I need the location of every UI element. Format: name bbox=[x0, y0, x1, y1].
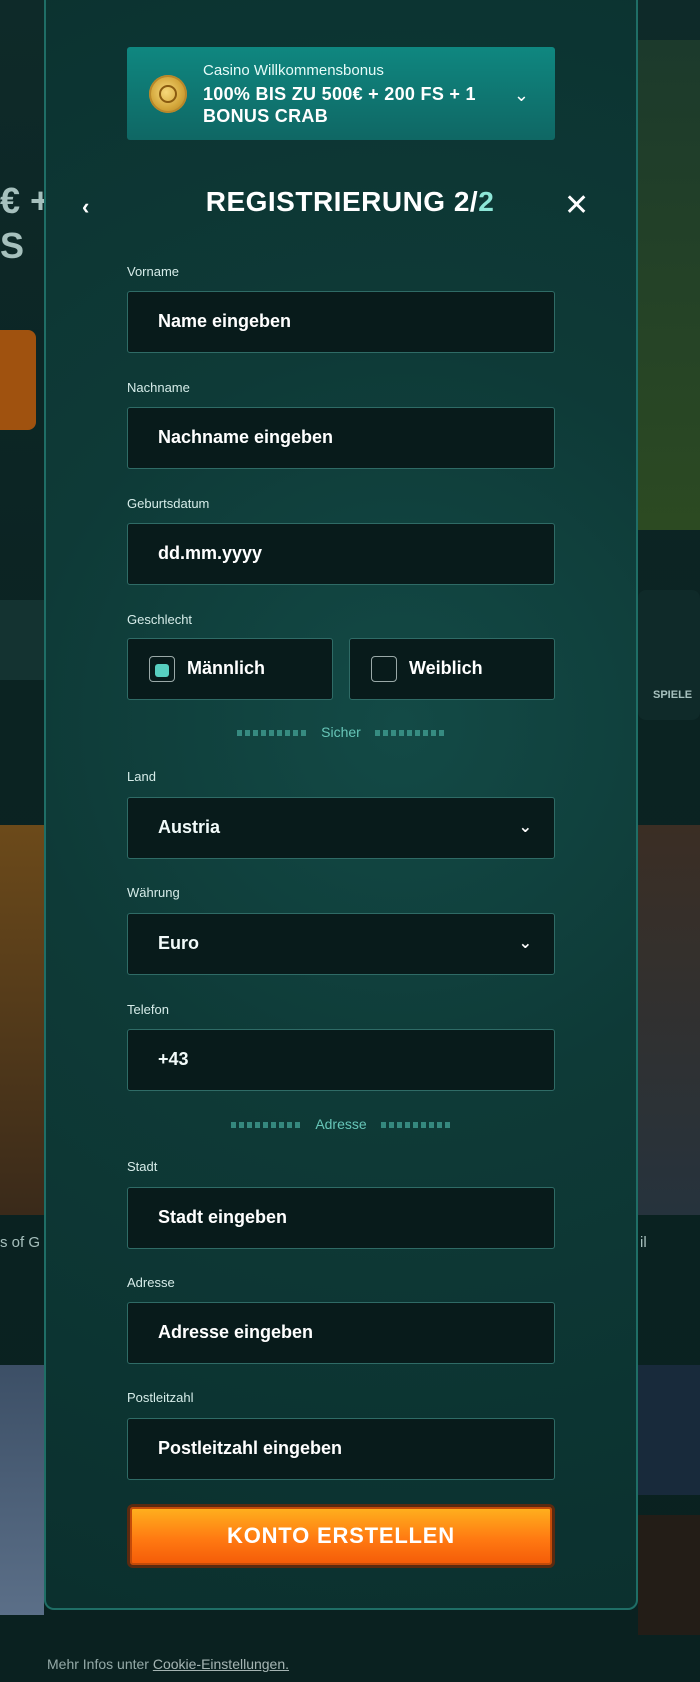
gender-female-option[interactable]: Weiblich bbox=[349, 638, 555, 700]
gender-female-label: Weiblich bbox=[409, 658, 483, 678]
background-tile-right bbox=[638, 40, 700, 530]
waehrung-value: Euro bbox=[158, 933, 200, 953]
background-game-tile-left-2 bbox=[0, 1365, 44, 1615]
bonus-banner[interactable]: Casino Willkommensbonus 100% BIS ZU 500€… bbox=[127, 47, 555, 140]
background-caption: s of G bbox=[0, 1234, 41, 1251]
geburtsdatum-placeholder: dd.mm.yyyy bbox=[158, 543, 263, 563]
geburtsdatum-input[interactable]: dd.mm.yyyy bbox=[127, 523, 555, 585]
background-text: S bbox=[0, 225, 25, 266]
close-icon[interactable]: ✕ bbox=[564, 188, 589, 223]
telefon-value: +43 bbox=[158, 1049, 189, 1069]
vorname-input[interactable]: Name eingeben bbox=[127, 291, 555, 353]
geschlecht-label: Geschlecht bbox=[127, 612, 193, 627]
ornament-icon bbox=[237, 730, 308, 737]
section-divider-adresse: Adresse bbox=[127, 1116, 555, 1132]
cookie-settings-link[interactable]: Cookie-Einstellungen. bbox=[153, 1656, 289, 1672]
stadt-placeholder: Stadt eingeben bbox=[158, 1207, 288, 1227]
bonus-subtitle: Casino Willkommensbonus bbox=[203, 62, 384, 79]
coin-icon bbox=[149, 75, 187, 113]
land-label: Land bbox=[127, 769, 156, 784]
adresse-input[interactable]: Adresse eingeben bbox=[127, 1302, 555, 1364]
background-label: SPIELE bbox=[653, 689, 693, 701]
bonus-title: 100% BIS ZU 500€ + 200 FS + 1 BONUS CRAB bbox=[203, 84, 476, 126]
vorname-label: Vorname bbox=[127, 264, 180, 279]
background-game-tile-right bbox=[638, 825, 700, 1215]
chevron-down-icon[interactable]: ⌄ bbox=[514, 85, 529, 106]
gender-male-label: Männlich bbox=[187, 658, 266, 678]
land-value: Austria bbox=[158, 817, 221, 837]
nachname-placeholder: Nachname eingeben bbox=[158, 427, 334, 447]
page-title: REGISTRIERUNG 2/2 bbox=[0, 186, 700, 218]
background-tile bbox=[0, 600, 44, 680]
background-caption: il bbox=[640, 1234, 647, 1251]
telefon-input[interactable]: +43 bbox=[127, 1029, 555, 1091]
footer-text: Mehr Infos unter bbox=[47, 1656, 153, 1672]
radio-unchecked-icon bbox=[371, 656, 397, 682]
background-game-tile-right-3 bbox=[638, 1515, 700, 1635]
cookie-footer: Mehr Infos unter Cookie-Einstellungen. bbox=[47, 1656, 289, 1672]
page-title-step: 2 bbox=[478, 186, 495, 217]
geburtsdatum-label: Geburtsdatum bbox=[127, 496, 210, 511]
land-select[interactable]: Austria ⌄ bbox=[127, 797, 555, 859]
adresse-label: Adresse bbox=[127, 1275, 175, 1290]
ornament-icon bbox=[374, 730, 445, 737]
stadt-label: Stadt bbox=[127, 1159, 158, 1174]
background-game-tile-left bbox=[0, 825, 44, 1215]
plz-input[interactable]: Postleitzahl eingeben bbox=[127, 1418, 555, 1480]
ornament-icon bbox=[231, 1122, 302, 1129]
ornament-icon bbox=[380, 1122, 451, 1129]
divider-label: Adresse bbox=[315, 1116, 367, 1132]
background-button-fragment bbox=[0, 330, 36, 430]
waehrung-label: Währung bbox=[127, 885, 180, 900]
telefon-label: Telefon bbox=[127, 1002, 169, 1017]
chevron-down-icon: ⌄ bbox=[518, 935, 532, 952]
waehrung-select[interactable]: Euro ⌄ bbox=[127, 913, 555, 975]
gender-male-option[interactable]: Männlich bbox=[127, 638, 333, 700]
chevron-down-icon: ⌄ bbox=[518, 819, 532, 836]
radio-checked-icon bbox=[149, 656, 175, 682]
nachname-input[interactable]: Nachname eingeben bbox=[127, 407, 555, 469]
section-divider-sicher: Sicher bbox=[127, 724, 555, 740]
page-title-main: REGISTRIERUNG 2/ bbox=[205, 186, 479, 217]
background-game-tile-right-2 bbox=[638, 1365, 700, 1495]
adresse-placeholder: Adresse eingeben bbox=[158, 1322, 314, 1342]
stadt-input[interactable]: Stadt eingeben bbox=[127, 1187, 555, 1249]
divider-label: Sicher bbox=[321, 724, 361, 740]
nachname-label: Nachname bbox=[127, 380, 190, 395]
vorname-placeholder: Name eingeben bbox=[158, 311, 292, 331]
create-account-button[interactable]: KONTO ERSTELLEN bbox=[127, 1504, 555, 1568]
plz-label: Postleitzahl bbox=[127, 1390, 194, 1405]
plz-placeholder: Postleitzahl eingeben bbox=[158, 1438, 343, 1458]
